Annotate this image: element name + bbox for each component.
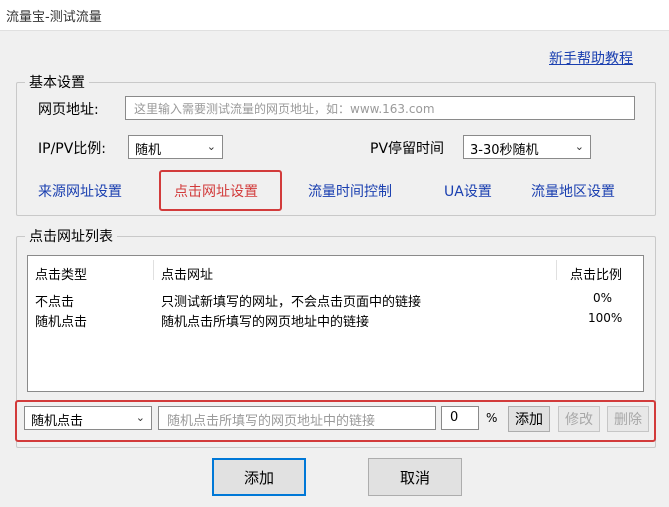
chevron-down-icon: ⌄ <box>574 140 584 153</box>
pv-stay-value: 3-30秒随机 <box>470 143 539 158</box>
delete-row-button[interactable]: 删除 <box>607 406 649 432</box>
pv-stay-label: PV停留时间 <box>370 141 445 157</box>
percent-label: % <box>486 411 498 425</box>
modify-row-button[interactable]: 修改 <box>558 406 600 432</box>
source-url-settings-link[interactable]: 来源网址设置 <box>38 181 122 201</box>
ratio-value: 0 <box>450 410 459 425</box>
region-settings-link[interactable]: 流量地区设置 <box>531 181 615 201</box>
row-type: 不点击 <box>35 295 75 310</box>
title-bar: 流量宝-测试流量 <box>0 0 669 31</box>
basic-settings-legend: 基本设置 <box>29 75 85 91</box>
help-tutorial-link[interactable]: 新手帮助教程 <box>549 48 633 68</box>
click-url-input[interactable]: 随机点击所填写的网页地址中的链接 <box>158 406 436 430</box>
ip-pv-label: IP/PV比例: <box>38 141 107 157</box>
column-header-ratio[interactable]: 点击比例 <box>570 264 622 283</box>
row-type: 随机点击 <box>35 315 88 330</box>
url-input[interactable]: 这里输入需要测试流量的网页地址，如：www.163.com <box>125 96 635 120</box>
chevron-down-icon: ⌄ <box>206 140 216 153</box>
table-row[interactable]: 不点击 只测试新填写的网址，不会点击页面中的链接 0% <box>35 291 635 310</box>
column-divider <box>556 260 557 280</box>
ua-settings-link[interactable]: UA设置 <box>444 181 492 201</box>
ip-pv-select[interactable]: 随机 ⌄ <box>128 135 223 159</box>
row-ratio: 0% <box>593 291 613 305</box>
column-header-type[interactable]: 点击类型 <box>35 264 87 283</box>
pv-stay-select[interactable]: 3-30秒随机 ⌄ <box>463 135 591 159</box>
table-row[interactable]: 随机点击 随机点击所填写的网页地址中的链接 100% <box>35 311 635 330</box>
ratio-input[interactable]: 0 <box>441 406 479 430</box>
traffic-time-control-link[interactable]: 流量时间控制 <box>308 181 392 201</box>
click-url-list-legend: 点击网址列表 <box>29 229 113 245</box>
cancel-button[interactable]: 取消 <box>368 458 462 496</box>
url-label: 网页地址: <box>38 102 99 118</box>
click-type-select[interactable]: 随机点击 ⌄ <box>24 406 152 430</box>
click-url-settings-link[interactable]: 点击网址设置 <box>174 181 258 201</box>
add-button[interactable]: 添加 <box>212 458 306 496</box>
ip-pv-value: 随机 <box>135 143 162 158</box>
row-ratio: 100% <box>588 311 623 325</box>
row-url: 只测试新填写的网址，不会点击页面中的链接 <box>161 295 422 310</box>
window-title: 流量宝-测试流量 <box>6 10 102 25</box>
column-divider <box>153 260 154 280</box>
url-input-placeholder: 这里输入需要测试流量的网页地址，如：www.163.com <box>134 102 435 116</box>
add-row-button[interactable]: 添加 <box>508 406 550 432</box>
click-url-input-placeholder: 随机点击所填写的网页地址中的链接 <box>167 414 376 429</box>
chevron-down-icon: ⌄ <box>135 411 145 424</box>
column-header-url[interactable]: 点击网址 <box>161 264 213 283</box>
row-url: 随机点击所填写的网页地址中的链接 <box>161 315 370 330</box>
click-type-value: 随机点击 <box>31 414 84 429</box>
